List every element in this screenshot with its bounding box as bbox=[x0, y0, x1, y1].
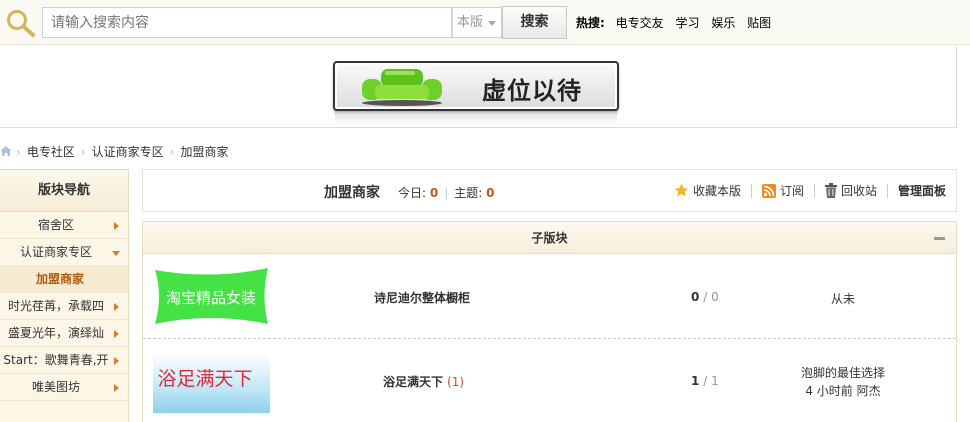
breadcrumb-current: 加盟商家 bbox=[180, 145, 229, 159]
sofa-icon bbox=[362, 69, 442, 106]
hot-search-term[interactable]: 娱乐 bbox=[711, 16, 735, 30]
breadcrumb-separator: › bbox=[16, 145, 21, 159]
thumbnail-text: 淘宝精品女装 bbox=[166, 289, 256, 307]
subforum-name-text: 诗尼迪尔整体橱柜 bbox=[374, 291, 471, 305]
hot-search-term[interactable]: 贴图 bbox=[747, 16, 771, 30]
today-post-count: (1) bbox=[447, 375, 465, 389]
ad-banner-text: 虚位以待 bbox=[482, 77, 582, 105]
forum-actions: 收藏本版 订阅 回收站 管理面板 bbox=[664, 182, 946, 199]
forum-header: 加盟商家 今日: 0 | 主题: 0 收藏本版 订阅 回收站 管理面板 bbox=[142, 169, 957, 212]
post-count: 1 bbox=[711, 374, 719, 388]
count-separator: / bbox=[703, 290, 708, 304]
subforum-name-text: 浴足满天下 bbox=[383, 375, 444, 389]
forum-title: 加盟商家 bbox=[324, 185, 380, 201]
count-separator: / bbox=[703, 374, 708, 388]
sidebar-title: 版块导航 bbox=[0, 170, 128, 212]
forum-stats: 今日: 0 | 主题: 0 bbox=[398, 184, 495, 201]
recycle-bin-label: 回收站 bbox=[840, 184, 877, 198]
search-scope-select[interactable]: 本版 bbox=[452, 7, 502, 38]
favorite-label: 收藏本版 bbox=[692, 184, 741, 198]
hot-search: 热搜: 电专交友 学习 娱乐 贴图 bbox=[576, 14, 779, 31]
admin-panel-button[interactable]: 管理面板 bbox=[898, 182, 946, 199]
chevron-right-icon bbox=[114, 222, 119, 230]
stats-divider: | bbox=[444, 186, 449, 200]
sidebar-item-label: 认证商家专区 bbox=[19, 245, 92, 259]
chevron-down-icon bbox=[488, 21, 496, 26]
subforum-title: 子版块 bbox=[531, 231, 568, 245]
sidebar-item-label: 宿舍区 bbox=[37, 218, 74, 232]
subforum-counts: 0 / 0 bbox=[691, 290, 719, 304]
search-scope-value: 本版 bbox=[457, 15, 484, 30]
search-input[interactable] bbox=[43, 8, 451, 37]
subforum-panel: 子版块 淘宝精品女装 诗尼迪尔整体橱柜 0 / 0 从未 浴足满天下 浴足满天下… bbox=[142, 221, 957, 422]
search-icon bbox=[7, 10, 35, 37]
sidebar-item-label: Start：歌舞青春,开 bbox=[3, 353, 109, 367]
actions-divider bbox=[886, 183, 888, 198]
subforum-row: 浴足满天下 浴足满天下 (1) 1 / 1 泡脚的最佳选择 4 小时前 阿杰 bbox=[143, 340, 956, 422]
sidebar-nav: 版块导航 宿舍区 认证商家专区 加盟商家 时光荏苒，承载四 盛夏光年，演绎灿 S… bbox=[0, 169, 129, 422]
ad-banner-reflection bbox=[335, 112, 617, 126]
sidebar-item[interactable]: 盛夏光年，演绎灿 bbox=[0, 320, 128, 347]
topics-label: 主题: bbox=[454, 186, 483, 200]
last-post-meta: 4 小时前 阿杰 bbox=[805, 384, 881, 398]
banner-area: 虚位以待 bbox=[0, 46, 957, 128]
subforum-name[interactable]: 诗尼迪尔整体橱柜 bbox=[374, 289, 470, 306]
today-label: 今日: bbox=[398, 186, 427, 200]
sidebar-item[interactable]: Start：歌舞青春,开 bbox=[0, 347, 128, 374]
sidebar-item[interactable]: 时光荏苒，承载四 bbox=[0, 293, 128, 320]
hot-search-label: 热搜: bbox=[576, 16, 605, 30]
sidebar-item-label: 唯美图坊 bbox=[31, 380, 80, 394]
today-count: 0 bbox=[429, 186, 439, 200]
recycle-bin-button[interactable]: 回收站 bbox=[824, 182, 877, 199]
thread-count: 1 bbox=[691, 374, 700, 388]
last-post: 泡脚的最佳选择 4 小时前 阿杰 bbox=[783, 364, 903, 400]
breadcrumb-link[interactable]: 电专社区 bbox=[27, 145, 75, 159]
breadcrumb-link[interactable]: 认证商家专区 bbox=[92, 145, 164, 159]
breadcrumb-separator: › bbox=[80, 145, 86, 159]
subforum-name[interactable]: 浴足满天下 (1) bbox=[383, 373, 464, 390]
rss-icon bbox=[761, 183, 776, 198]
collapse-icon[interactable] bbox=[934, 237, 945, 240]
actions-divider bbox=[813, 183, 815, 198]
subscribe-button[interactable]: 订阅 bbox=[761, 182, 804, 199]
star-icon bbox=[674, 183, 689, 197]
search-button[interactable]: 搜索 bbox=[502, 6, 567, 39]
actions-divider bbox=[750, 183, 752, 198]
search-box bbox=[42, 7, 452, 38]
subforum-row: 淘宝精品女装 诗尼迪尔整体橱柜 0 / 0 从未 bbox=[143, 255, 956, 339]
chevron-right-icon bbox=[114, 330, 119, 338]
subforum-header: 子版块 bbox=[143, 222, 956, 254]
hot-search-term[interactable]: 学习 bbox=[675, 16, 699, 30]
favorite-button[interactable]: 收藏本版 bbox=[674, 182, 741, 199]
chevron-down-icon bbox=[112, 251, 120, 256]
thumbnail-text: 浴足满天下 bbox=[157, 368, 252, 390]
chevron-right-icon bbox=[114, 384, 119, 392]
subscribe-label: 订阅 bbox=[779, 184, 804, 198]
post-count: 0 bbox=[711, 290, 719, 304]
breadcrumb-separator: › bbox=[169, 145, 175, 159]
chevron-right-icon bbox=[114, 303, 119, 311]
subforum-thumbnail[interactable]: 浴足满天下 bbox=[153, 353, 270, 413]
hot-search-term[interactable]: 电专交友 bbox=[616, 16, 664, 30]
chevron-right-icon bbox=[114, 357, 119, 365]
last-post: 从未 bbox=[830, 292, 855, 306]
sidebar-item-label: 盛夏光年，演绎灿 bbox=[7, 326, 104, 340]
top-search-bar: 本版 搜索 热搜: 电专交友 学习 娱乐 贴图 bbox=[0, 0, 970, 45]
topics-count: 0 bbox=[486, 186, 495, 200]
sidebar-item[interactable]: 宿舍区 bbox=[0, 212, 128, 239]
ad-banner[interactable]: 虚位以待 bbox=[333, 61, 619, 111]
last-post-title[interactable]: 泡脚的最佳选择 bbox=[783, 364, 903, 382]
sidebar-item-label: 时光荏苒，承载四 bbox=[7, 299, 104, 313]
sidebar-item-label: 加盟商家 bbox=[36, 272, 85, 286]
subforum-thumbnail[interactable]: 淘宝精品女装 bbox=[153, 266, 270, 326]
sidebar-item[interactable]: 唯美图坊 bbox=[0, 374, 128, 401]
sidebar-item-active[interactable]: 加盟商家 bbox=[0, 266, 128, 293]
trash-icon bbox=[824, 183, 837, 198]
subforum-counts: 1 / 1 bbox=[691, 374, 719, 388]
sidebar-item[interactable]: 认证商家专区 bbox=[0, 239, 128, 266]
thread-count: 0 bbox=[691, 290, 700, 304]
